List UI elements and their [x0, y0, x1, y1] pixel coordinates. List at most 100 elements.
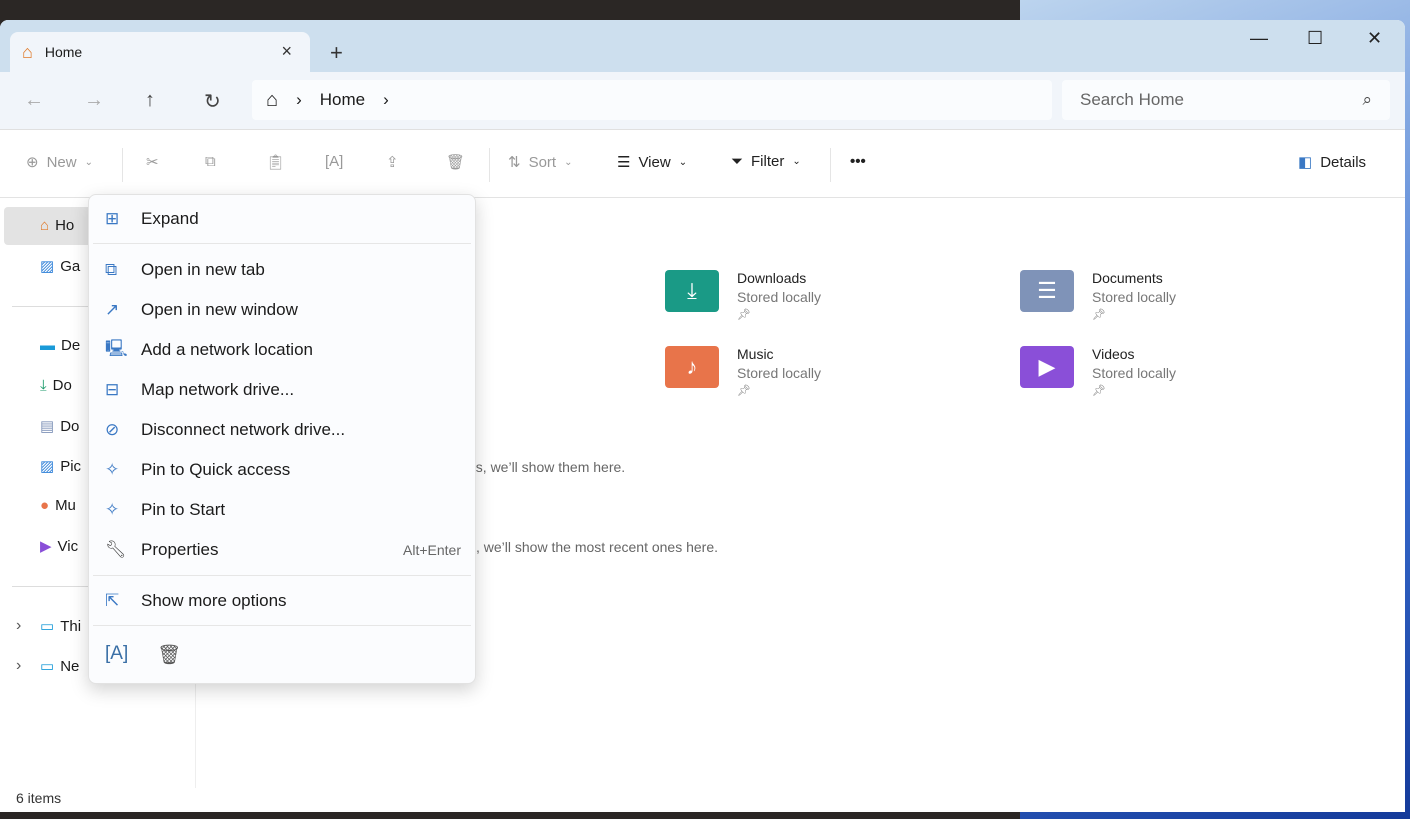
- menu-label: Add a network location: [141, 340, 313, 359]
- folder-name: Downloads: [737, 270, 807, 286]
- menu-item-add-network-location[interactable]: 🖳︎ Add a network location: [105, 332, 461, 368]
- folder-status: Stored locally: [737, 289, 822, 305]
- command-bar: ⊕ New ⌄ ✂ ⧉ 📋︎ [A] ⇪ 🗑︎ ⇅ Sort ⌄ ☰ View ⌄ ⏷ Fil…: [0, 130, 1405, 198]
- home-icon: ⌂: [40, 217, 50, 234]
- recent-empty-hint: , we’ll show the most recent ones here.: [476, 539, 719, 555]
- expand-chevron-icon[interactable]: ›: [16, 617, 21, 635]
- details-pane-icon: ◧: [1298, 154, 1313, 171]
- menu-item-pin-quick-access[interactable]: ✧ Pin to Quick access: [105, 452, 461, 488]
- menu-item-show-more-options[interactable]: ⇱ Show more options: [105, 583, 461, 619]
- sort-label: Sort: [528, 153, 557, 171]
- close-window-button[interactable]: ✕: [1367, 28, 1382, 49]
- this-pc-icon: ▭: [40, 618, 55, 635]
- sidebar-item-music[interactable]: ● Mu: [40, 497, 76, 514]
- address-row: ← → ↑ ↻ ⌂ › Home › Search Home ⌕: [0, 72, 1405, 130]
- folder-name: Documents: [1092, 270, 1163, 286]
- sidebar-item-videos[interactable]: ▶ Vic: [40, 537, 78, 556]
- sidebar-label: Mu: [55, 497, 76, 514]
- menu-item-disconnect-network-drive[interactable]: ⊘ Disconnect network drive...: [105, 412, 461, 448]
- menu-item-properties[interactable]: 🔧︎ Properties Alt+Enter: [105, 532, 461, 568]
- delete-icon[interactable]: 🗑︎: [446, 153, 465, 171]
- copy-icon[interactable]: ⧉: [205, 153, 216, 170]
- music-icon: ●: [40, 497, 50, 514]
- open-new-tab-icon: ⧉: [105, 260, 118, 279]
- sidebar-item-documents[interactable]: ▤ Do: [40, 417, 79, 436]
- rename-icon[interactable]: [A]: [325, 153, 343, 170]
- quick-access-videos[interactable]: ▶ Videos Stored locally 📌︎: [1020, 346, 1176, 397]
- quick-access-music[interactable]: ♪ Music Stored locally 📌︎: [665, 346, 821, 397]
- menu-label: Show more options: [141, 591, 287, 610]
- status-item-count: 6 items: [16, 790, 62, 806]
- menu-item-open-new-window[interactable]: ↗ Open in new window: [105, 292, 461, 328]
- menu-item-expand[interactable]: ⊞ Expand: [105, 201, 461, 237]
- rename-icon[interactable]: [A]: [105, 643, 128, 665]
- desktop-icon: ▬: [40, 337, 55, 354]
- folder-status: Stored locally: [1092, 289, 1177, 305]
- divider: [489, 148, 490, 182]
- menu-label: Pin to Quick access: [141, 460, 291, 479]
- breadcrumb-home[interactable]: Home: [320, 90, 365, 110]
- expand-chevron-icon[interactable]: ›: [16, 657, 21, 675]
- new-button[interactable]: ⊕ New ⌄: [26, 153, 93, 172]
- sidebar-item-desktop[interactable]: ▬ De: [40, 337, 80, 354]
- context-menu: ⊞ Expand ⧉ Open in new tab ↗ Open in new wi…: [88, 194, 476, 684]
- tab-home[interactable]: ⌂ Home ×: [10, 32, 310, 72]
- chevron-right-icon[interactable]: ›: [383, 90, 389, 110]
- documents-folder-icon: ☰: [1020, 270, 1074, 312]
- details-label: Details: [1320, 153, 1367, 171]
- menu-item-map-network-drive[interactable]: ⊟ Map network drive...: [105, 372, 461, 408]
- more-options-icon: ⇱: [105, 591, 120, 610]
- sidebar-item-home[interactable]: ⌂ Ho: [40, 217, 74, 234]
- sidebar-item-pictures[interactable]: ▨ Pic: [40, 457, 81, 476]
- sidebar-item-this-pc[interactable]: ▭ Thi: [40, 617, 81, 636]
- videos-folder-icon: ▶: [1020, 346, 1074, 388]
- cut-icon[interactable]: ✂: [146, 153, 159, 171]
- share-icon[interactable]: ⇪: [386, 153, 399, 171]
- filter-label: Filter: [751, 153, 785, 170]
- sidebar-item-downloads[interactable]: ⤓ Do: [40, 377, 72, 394]
- forward-button[interactable]: →: [84, 89, 104, 112]
- quick-access-documents[interactable]: ☰ Documents Stored locally 📌︎: [1020, 270, 1176, 321]
- divider: [93, 243, 471, 244]
- downloads-folder-icon: ⤓: [665, 270, 719, 312]
- close-tab-button[interactable]: ×: [281, 41, 292, 62]
- divider: [122, 148, 123, 182]
- title-bar: ⌂ Home × + — ☐ ✕: [0, 20, 1405, 72]
- paste-icon[interactable]: 📋︎: [266, 153, 285, 171]
- favorites-empty-hint: es, we’ll show them here.: [468, 459, 626, 475]
- chevron-right-icon[interactable]: ›: [296, 90, 302, 110]
- maximize-button[interactable]: ☐: [1307, 28, 1323, 49]
- new-tab-button[interactable]: +: [330, 40, 343, 66]
- filter-button[interactable]: ⏷ Filter ⌄: [731, 153, 801, 170]
- folder-status: Stored locally: [737, 365, 822, 381]
- up-button[interactable]: ↑: [145, 89, 155, 112]
- details-button[interactable]: ◧ Details: [1298, 153, 1367, 172]
- breadcrumb[interactable]: ⌂ › Home ›: [252, 80, 1052, 120]
- home-icon[interactable]: ⌂: [266, 89, 278, 112]
- music-folder-icon: ♪: [665, 346, 719, 388]
- back-button[interactable]: ←: [24, 89, 44, 112]
- plus-circle-icon: ⊕: [26, 154, 39, 171]
- sidebar-item-network[interactable]: ▭ Ne: [40, 657, 79, 676]
- refresh-button[interactable]: ↻: [204, 89, 221, 114]
- pin-icon: ✧: [105, 460, 120, 479]
- sort-button[interactable]: ⇅ Sort ⌄: [508, 153, 572, 172]
- delete-icon[interactable]: 🗑︎: [157, 643, 181, 667]
- view-button[interactable]: ☰ View ⌄: [617, 153, 687, 172]
- sidebar-item-gallery[interactable]: ▨ Ga: [40, 257, 80, 276]
- downloads-icon: ⤓: [40, 377, 47, 394]
- menu-label: Expand: [141, 209, 199, 228]
- quick-access-downloads[interactable]: ⤓ Downloads Stored locally 📌︎: [665, 270, 821, 321]
- sidebar-label: Do: [52, 377, 72, 394]
- menu-item-open-new-tab[interactable]: ⧉ Open in new tab: [105, 252, 461, 288]
- filter-icon: ⏷: [731, 153, 744, 170]
- pin-icon: 📌︎: [737, 309, 751, 321]
- chevron-down-icon: ⌄: [84, 156, 93, 168]
- chevron-down-icon: ⌄: [792, 156, 801, 167]
- more-options-button[interactable]: •••: [850, 153, 866, 170]
- view-label: View: [638, 153, 671, 171]
- menu-item-pin-start[interactable]: ✧ Pin to Start: [105, 492, 461, 528]
- search-input[interactable]: Search Home ⌕: [1062, 80, 1390, 120]
- minimize-button[interactable]: —: [1250, 28, 1268, 49]
- folder-status: Stored locally: [1092, 365, 1177, 381]
